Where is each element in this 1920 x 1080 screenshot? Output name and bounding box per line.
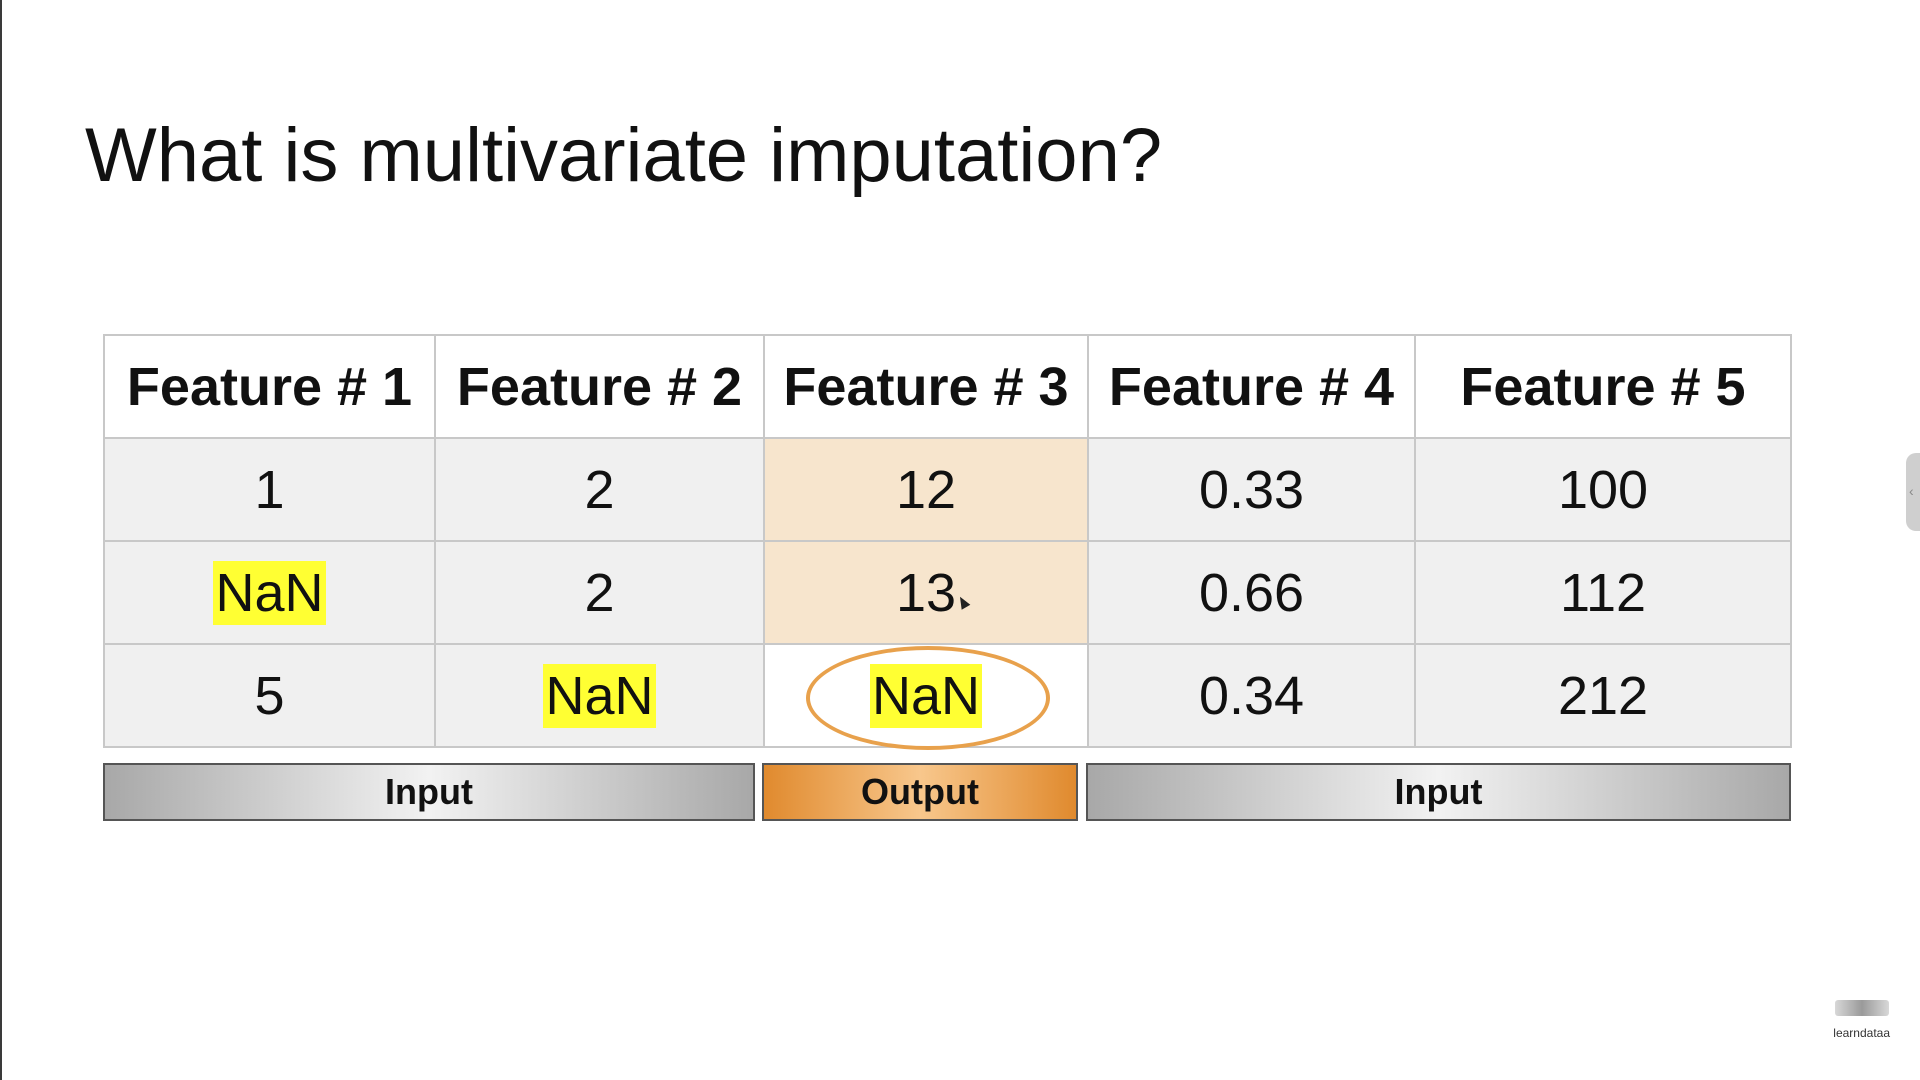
table-header-row: Feature # 1 Feature # 2 Feature # 3 Feat… bbox=[103, 334, 1792, 439]
table-row: NaN 2 13 0.66 112 bbox=[103, 540, 1792, 645]
output-target-cell: NaN bbox=[763, 643, 1089, 750]
output-cell: 12 bbox=[763, 437, 1089, 542]
output-cell: 13 bbox=[763, 540, 1089, 645]
missing-target-value: NaN bbox=[869, 663, 983, 728]
table-cell: 212 bbox=[1414, 643, 1792, 748]
watermark-logo bbox=[1834, 1000, 1889, 1016]
missing-value: NaN bbox=[543, 663, 656, 728]
table-cell: 100 bbox=[1414, 437, 1792, 542]
table-row: 5 NaN NaN 0.34 212 bbox=[103, 643, 1792, 750]
side-panel-handle[interactable]: ‹ bbox=[1906, 453, 1920, 531]
column-header-feature-3: Feature # 3 bbox=[763, 334, 1089, 439]
table-cell: 112 bbox=[1414, 540, 1792, 645]
column-header-feature-1: Feature # 1 bbox=[103, 334, 436, 439]
input-bar-right: Input bbox=[1086, 763, 1791, 821]
window-left-edge bbox=[0, 0, 2, 1080]
column-header-feature-4: Feature # 4 bbox=[1087, 334, 1416, 439]
missing-value: NaN bbox=[213, 560, 326, 625]
column-header-feature-2: Feature # 2 bbox=[434, 334, 765, 439]
table-cell: 2 bbox=[434, 437, 765, 542]
table-cell: 0.66 bbox=[1087, 540, 1416, 645]
table-cell: 1 bbox=[103, 437, 436, 542]
table-cell: NaN bbox=[434, 643, 765, 748]
feature-table: Feature # 1 Feature # 2 Feature # 3 Feat… bbox=[103, 334, 1792, 750]
slide-title: What is multivariate imputation? bbox=[85, 113, 1163, 198]
output-bar: Output bbox=[762, 763, 1078, 821]
column-header-feature-5: Feature # 5 bbox=[1414, 334, 1792, 439]
table-cell: 0.34 bbox=[1087, 643, 1416, 748]
input-bar-left: Input bbox=[103, 763, 755, 821]
table-cell: 5 bbox=[103, 643, 436, 748]
table-cell: 0.33 bbox=[1087, 437, 1416, 542]
table-cell: NaN bbox=[103, 540, 436, 645]
watermark: learndataa bbox=[1833, 1000, 1890, 1040]
slide: What is multivariate imputation? Feature… bbox=[0, 0, 1920, 1080]
table-cell: 2 bbox=[434, 540, 765, 645]
watermark-text: learndataa bbox=[1833, 1026, 1890, 1040]
table-row: 1 2 12 0.33 100 bbox=[103, 437, 1792, 542]
chevron-left-icon: ‹ bbox=[1909, 483, 1914, 499]
